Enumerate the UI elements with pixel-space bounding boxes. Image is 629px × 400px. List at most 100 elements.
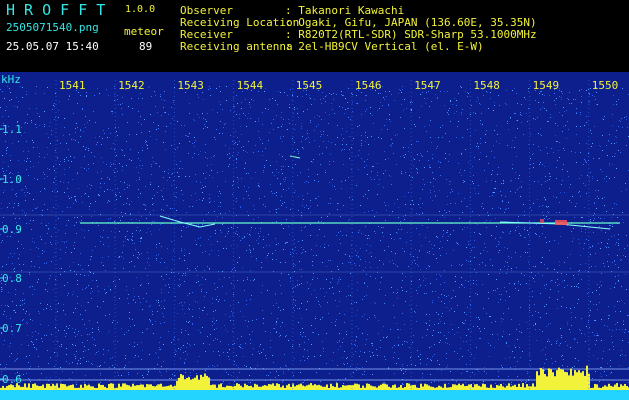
noise-speck	[295, 300, 296, 301]
noise-speck	[416, 228, 417, 229]
noise-speck	[607, 261, 608, 262]
noise-speck	[73, 262, 74, 263]
noise-speck	[345, 378, 346, 379]
meter-bar	[538, 375, 540, 390]
noise-speck	[338, 250, 339, 251]
noise-speck	[379, 179, 380, 180]
noise-speck	[99, 195, 100, 196]
noise-speck	[50, 143, 51, 144]
meter-bar	[590, 387, 592, 390]
noise-speck	[71, 252, 72, 253]
noise-speck	[404, 128, 405, 129]
noise-speck	[228, 356, 229, 357]
noise-speck	[104, 289, 105, 290]
noise-speck	[459, 218, 460, 219]
noise-speck	[228, 344, 229, 345]
noise-speck	[125, 238, 126, 239]
noise-speck	[348, 295, 349, 296]
noise-speck	[595, 99, 596, 100]
noise-speck	[294, 109, 295, 110]
noise-speck	[461, 154, 462, 155]
noise-speck	[117, 135, 118, 136]
meter-bar	[194, 377, 196, 390]
noise-speck	[528, 88, 529, 89]
noise-speck	[237, 280, 238, 281]
noise-speck	[97, 172, 98, 173]
noise-speck	[264, 167, 265, 168]
noise-speck	[554, 269, 555, 270]
noise-speck	[415, 249, 416, 250]
meter-bar	[368, 383, 370, 390]
noise-speck	[404, 251, 405, 252]
noise-speck	[338, 232, 339, 233]
noise-speck	[378, 137, 379, 138]
noise-speck	[249, 198, 250, 199]
noise-speck	[464, 287, 465, 288]
noise-speck	[345, 98, 346, 99]
noise-speck	[622, 219, 623, 220]
noise-speck	[446, 253, 447, 254]
noise-speck	[488, 343, 489, 344]
noise-speck	[527, 121, 528, 122]
noise-speck	[564, 262, 565, 263]
noise-speck	[346, 358, 347, 359]
noise-speck	[623, 255, 624, 256]
noise-speck	[591, 133, 592, 134]
noise-speck	[447, 365, 448, 366]
noise-speck	[342, 263, 343, 264]
noise-speck	[490, 316, 491, 317]
noise-speck	[28, 151, 29, 152]
noise-speck	[117, 171, 118, 172]
noise-speck	[270, 340, 271, 341]
noise-speck	[145, 209, 146, 210]
noise-speck	[148, 258, 149, 259]
noise-speck	[60, 181, 61, 182]
noise-speck	[514, 284, 515, 285]
noise-speck	[114, 297, 115, 298]
noise-speck	[131, 160, 132, 161]
meter-bar	[218, 384, 220, 390]
noise-speck	[225, 123, 226, 124]
meter-bar	[142, 384, 144, 390]
noise-speck	[367, 159, 368, 160]
noise-speck	[549, 95, 550, 96]
noise-speck	[314, 180, 315, 181]
noise-speck	[426, 293, 427, 294]
meter-bar	[136, 385, 138, 390]
noise-speck	[546, 284, 547, 285]
noise-speck	[409, 347, 410, 348]
noise-speck	[601, 285, 602, 286]
noise-speck	[546, 216, 547, 217]
noise-speck	[246, 300, 247, 301]
meter-bar	[48, 383, 50, 390]
noise-speck	[504, 266, 505, 267]
noise-speck	[346, 334, 347, 335]
meter-bar	[6, 386, 8, 390]
noise-speck	[301, 128, 302, 129]
noise-speck	[249, 249, 250, 250]
y-tick-label: 0.6	[2, 373, 22, 386]
noise-speck	[282, 141, 283, 142]
noise-speck	[458, 193, 459, 194]
meter-bar	[38, 386, 40, 390]
meter-bar	[610, 385, 612, 390]
noise-speck	[191, 195, 192, 196]
noise-speck	[383, 264, 384, 265]
noise-speck	[258, 186, 259, 187]
noise-speck	[369, 238, 370, 239]
noise-speck	[525, 382, 526, 383]
noise-speck	[618, 234, 619, 235]
noise-speck	[310, 206, 311, 207]
y-axis-unit: kHz	[1, 73, 21, 86]
noise-speck	[506, 90, 507, 91]
meter-bar	[502, 386, 504, 390]
noise-speck	[125, 213, 126, 214]
noise-speck	[584, 243, 585, 244]
noise-speck	[267, 290, 268, 291]
noise-speck	[66, 361, 67, 362]
noise-speck	[397, 199, 398, 200]
noise-speck	[195, 174, 196, 175]
noise-speck	[98, 327, 99, 328]
meter-bar	[374, 386, 376, 390]
noise-speck	[234, 343, 235, 344]
